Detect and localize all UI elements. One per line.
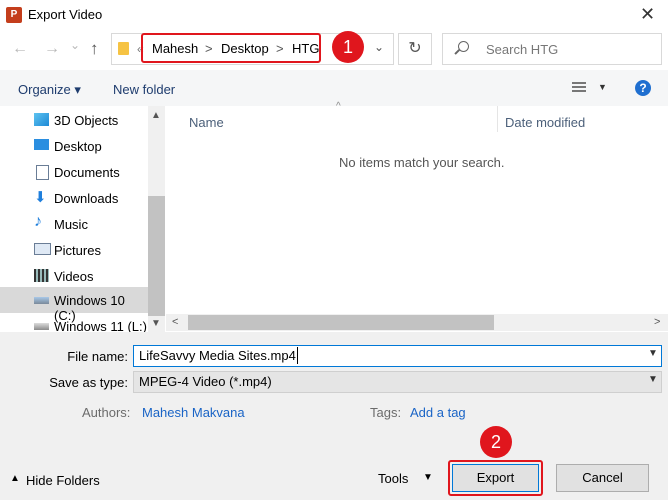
cancel-button[interactable]: Cancel bbox=[556, 464, 649, 492]
sidebar-item-label: 3D Objects bbox=[54, 113, 119, 128]
videos-icon bbox=[34, 269, 49, 282]
save-as-type-label: Save as type: bbox=[49, 375, 128, 390]
chevron-down-icon[interactable]: ⌄ bbox=[374, 40, 384, 54]
close-icon[interactable]: ✕ bbox=[640, 4, 655, 25]
authors-field[interactable]: Mahesh Makvana bbox=[142, 405, 245, 420]
file-list bbox=[166, 106, 668, 332]
column-divider[interactable] bbox=[497, 106, 498, 132]
tags-field[interactable]: Add a tag bbox=[410, 405, 466, 420]
new-folder-button[interactable]: New folder bbox=[113, 82, 175, 97]
save-as-type-value[interactable]: MPEG-4 Video (*.mp4) bbox=[139, 374, 272, 389]
refresh-icon[interactable]: ↻ bbox=[398, 33, 432, 65]
organize-button[interactable]: Organize ▾ bbox=[18, 82, 81, 98]
chevron-up-icon[interactable]: ▲ bbox=[10, 473, 20, 484]
powerpoint-icon: P bbox=[6, 7, 22, 23]
sidebar-item-3d-objects[interactable]: 3D Objects bbox=[0, 107, 148, 133]
sort-ascending-icon: ^ bbox=[336, 101, 341, 112]
sidebar-item-downloads[interactable]: ⬇ Downloads bbox=[0, 185, 148, 211]
column-header-date-modified[interactable]: Date modified bbox=[505, 115, 585, 130]
chevron-down-icon[interactable]: ▼ bbox=[648, 374, 658, 385]
sidebar-item-label: Documents bbox=[54, 165, 120, 180]
window-title: Export Video bbox=[28, 7, 103, 22]
breadcrumb-separator[interactable]: > bbox=[276, 41, 284, 56]
breadcrumb-separator[interactable]: > bbox=[205, 41, 213, 56]
breadcrumb-htg[interactable]: HTG bbox=[292, 41, 319, 56]
sidebar-item-label: Windows 11 (L:) bbox=[54, 319, 147, 332]
sidebar-item-music[interactable]: ♪ Music bbox=[0, 211, 148, 237]
3d-objects-icon bbox=[34, 113, 49, 126]
sidebar-item-label: Videos bbox=[54, 269, 94, 284]
chevron-down-icon[interactable]: ▼ bbox=[598, 82, 607, 92]
horizontal-scrollbar-thumb[interactable] bbox=[188, 315, 494, 330]
search-placeholder: Search HTG bbox=[486, 42, 559, 57]
sidebar-item-windows-10-c[interactable]: Windows 10 (C:) bbox=[0, 287, 148, 323]
sidebar-item-windows-11-l[interactable]: Windows 11 (L:) bbox=[0, 313, 148, 332]
drive-icon bbox=[34, 323, 49, 330]
pictures-icon bbox=[34, 243, 51, 255]
search-icon bbox=[458, 41, 469, 52]
file-name-value[interactable]: LifeSavvy Media Sites.mp4 bbox=[139, 348, 296, 363]
command-toolbar bbox=[0, 70, 668, 106]
desktop-icon bbox=[34, 139, 49, 150]
authors-label: Authors: bbox=[82, 405, 131, 420]
column-header-name[interactable]: Name bbox=[189, 115, 224, 130]
tags-label: Tags: bbox=[370, 405, 402, 420]
navigation-pane: 3D Objects Desktop Documents ⬇ Downloads… bbox=[0, 106, 166, 332]
hide-folders-button[interactable]: Hide Folders bbox=[26, 473, 100, 488]
drive-icon bbox=[34, 297, 49, 304]
text-cursor bbox=[297, 347, 298, 364]
help-icon[interactable]: ? bbox=[635, 80, 651, 96]
forward-arrow-icon[interactable]: → bbox=[44, 40, 60, 58]
scroll-up-icon[interactable]: ▲ bbox=[151, 110, 161, 121]
scroll-right-icon[interactable]: > bbox=[654, 316, 660, 328]
breadcrumb-mahesh[interactable]: Mahesh bbox=[152, 41, 198, 56]
sidebar-item-desktop[interactable]: Desktop bbox=[0, 133, 148, 159]
music-icon: ♪ bbox=[34, 213, 42, 230]
chevron-down-icon[interactable]: ▼ bbox=[648, 348, 658, 359]
documents-icon bbox=[36, 165, 49, 180]
empty-folder-message: No items match your search. bbox=[339, 155, 505, 170]
folder-icon bbox=[118, 42, 129, 55]
scroll-down-icon[interactable]: ▼ bbox=[151, 318, 161, 329]
sidebar-item-pictures[interactable]: Pictures bbox=[0, 237, 148, 263]
sidebar-item-label: Music bbox=[54, 217, 88, 232]
back-arrow-icon[interactable]: ← bbox=[12, 40, 28, 58]
up-arrow-icon[interactable]: ↑ bbox=[90, 39, 99, 59]
chevron-down-icon[interactable]: ▼ bbox=[423, 472, 433, 483]
tools-button[interactable]: Tools bbox=[378, 471, 408, 486]
view-options-icon[interactable] bbox=[572, 82, 586, 94]
export-button[interactable]: Export bbox=[452, 464, 539, 492]
downloads-icon: ⬇ bbox=[34, 189, 47, 206]
recent-locations-icon[interactable]: ⌄ bbox=[70, 38, 80, 52]
sidebar-item-label: Pictures bbox=[54, 243, 101, 258]
sidebar-item-label: Desktop bbox=[54, 139, 102, 154]
callout-badge-2: 2 bbox=[480, 426, 512, 458]
sidebar-item-videos[interactable]: Videos bbox=[0, 263, 148, 289]
scroll-left-icon[interactable]: < bbox=[172, 316, 178, 328]
sidebar-item-label: Downloads bbox=[54, 191, 119, 206]
file-name-label: File name: bbox=[67, 349, 128, 364]
sidebar-item-documents[interactable]: Documents bbox=[0, 159, 148, 185]
callout-badge-1: 1 bbox=[332, 31, 364, 63]
sidebar-scrollbar-thumb[interactable] bbox=[148, 196, 165, 316]
breadcrumb-desktop[interactable]: Desktop bbox=[221, 41, 269, 56]
